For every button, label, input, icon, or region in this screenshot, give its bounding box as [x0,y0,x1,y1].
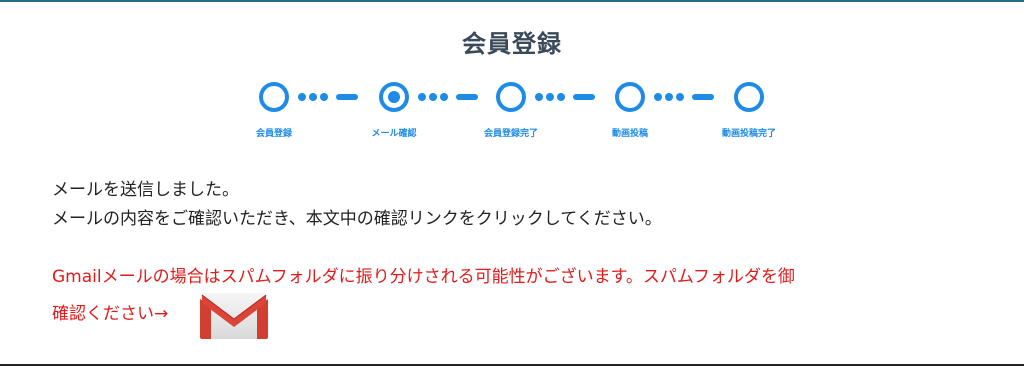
step-label-4: 動画投稿 [611,129,648,139]
progress-stepper: 会員登録 メール確認 会員登録完了 動画投稿 動画投稿完了 [0,80,1024,150]
step-label-1: 会員登録 [255,129,292,139]
instruction-message: メールの内容をご確認いただき、本文中の確認リンクをクリックしてください。 [52,209,662,229]
spam-notice-line1: Gmailメールの場合はスパムフォルダに振り分けされる可能性がございます。スパム… [52,267,795,287]
page-title: 会員登録 [462,30,562,58]
step-connector [652,93,732,101]
step-connector [533,93,613,101]
step-label-2: メール確認 [371,129,417,139]
sent-message: メールを送信しました。 [52,180,239,200]
step-circle-2-current [379,82,409,112]
step-circle-4 [615,82,645,112]
spam-notice-line2: 確認ください→ [52,304,169,324]
step-circle-3 [496,82,526,112]
step-label-5: 動画投稿完了 [721,129,776,139]
step-circle-5 [734,82,764,112]
gmail-icon [200,293,268,339]
step-connector [296,93,376,101]
step-circle-1 [259,82,289,112]
current-step-dot [388,91,400,103]
top-border [0,0,1024,2]
step-label-3: 会員登録完了 [483,129,538,139]
step-connector [416,93,496,101]
